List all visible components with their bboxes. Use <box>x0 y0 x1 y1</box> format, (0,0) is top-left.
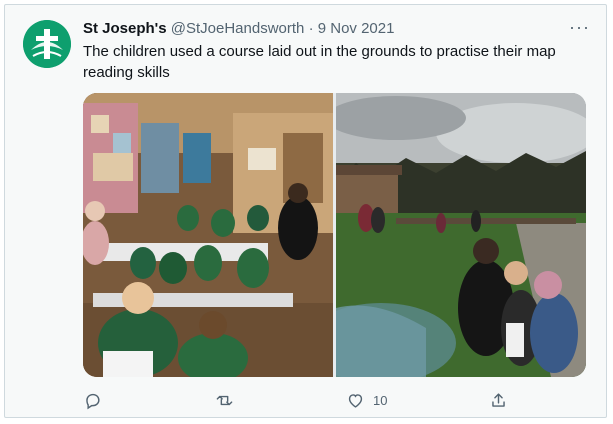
like-button[interactable]: 10 <box>346 391 387 410</box>
tweet-date[interactable]: 9 Nov 2021 <box>318 20 395 37</box>
avatar[interactable] <box>23 20 71 68</box>
heart-icon <box>348 394 363 408</box>
retweet-button[interactable] <box>215 391 242 410</box>
tweet-header: St Joseph's @StJoeHandsworth · 9 Nov 202… <box>83 19 394 39</box>
tweet-media[interactable] <box>83 93 586 377</box>
tweet-text: The children used a course laid out in t… <box>83 43 556 81</box>
classroom-image <box>83 93 333 377</box>
school-logo-icon <box>23 20 71 68</box>
share-icon <box>492 393 505 407</box>
share-button[interactable] <box>489 391 516 410</box>
outdoor-image <box>336 93 586 377</box>
reply-button[interactable] <box>83 391 110 410</box>
classroom-photo[interactable] <box>83 93 333 377</box>
tweet-card[interactable]: St Joseph's @StJoeHandsworth · 9 Nov 202… <box>4 4 607 418</box>
separator: · <box>308 20 314 37</box>
handle[interactable]: @StJoeHandsworth <box>171 20 305 37</box>
tweet-actions: 10 <box>83 391 583 413</box>
display-name[interactable]: St Joseph's <box>83 20 167 37</box>
reply-icon <box>86 393 100 410</box>
outdoor-photo[interactable] <box>336 93 586 377</box>
retweet-icon <box>216 395 233 406</box>
more-options-icon[interactable]: ··· <box>569 17 590 37</box>
like-count: 10 <box>373 393 388 408</box>
